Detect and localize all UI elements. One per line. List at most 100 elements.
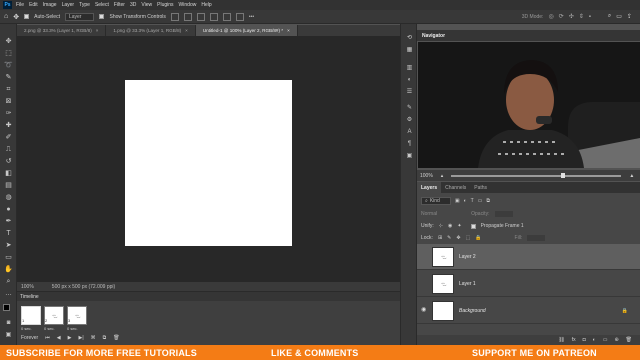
new-group-icon[interactable]: ▭ — [603, 337, 608, 343]
menu-image[interactable]: Image — [43, 2, 57, 8]
menu-edit[interactable]: Edit — [29, 2, 38, 8]
gradient-tool-icon[interactable]: ▤ — [4, 182, 13, 190]
navigator-zoom-value[interactable]: 100% — [420, 173, 433, 179]
history-icon[interactable]: ⟲ — [405, 34, 414, 42]
slide-3d-icon[interactable]: ⇕ — [579, 13, 584, 20]
menu-file[interactable]: File — [16, 2, 24, 8]
menu-type[interactable]: Type — [79, 2, 90, 8]
pen-tool-icon[interactable]: ✒ — [4, 218, 13, 226]
status-zoom[interactable]: 100% — [21, 284, 34, 290]
lasso-tool-icon[interactable]: ➰ — [4, 62, 13, 70]
history-brush-icon[interactable]: ↺ — [4, 158, 13, 166]
more-options-icon[interactable]: ••• — [249, 14, 254, 20]
timeline-frame-3[interactable]: ◦͜◦ 3 0 sec. — [67, 306, 87, 333]
blend-mode-dropdown[interactable]: Normal — [421, 211, 437, 217]
filter-kind-dropdown[interactable]: ⌕ Kind — [421, 197, 451, 205]
delete-frame-icon[interactable]: 🗑 — [113, 335, 119, 341]
type-tool-icon[interactable]: T — [4, 230, 13, 238]
edit-toolbar-icon[interactable]: … — [4, 290, 13, 298]
visibility-toggle[interactable] — [421, 281, 428, 286]
first-frame-icon[interactable]: ⏮ — [45, 335, 50, 341]
zoom-out-icon[interactable]: ▴ — [441, 173, 444, 179]
brush-tool-icon[interactable]: ✐ — [4, 134, 13, 142]
close-icon[interactable]: × — [287, 28, 290, 33]
healing-brush-icon[interactable]: ✚ — [4, 122, 13, 130]
share-icon[interactable]: ⇪ — [627, 13, 632, 20]
link-layers-icon[interactable]: ⛓ — [558, 337, 564, 343]
glyphs-icon[interactable]: ▣ — [405, 152, 414, 160]
auto-select-target-dropdown[interactable]: Layer — [64, 12, 95, 21]
play-icon[interactable]: ▶ — [68, 335, 72, 341]
menu-layer[interactable]: Layer — [62, 2, 75, 8]
layer-row-layer-2[interactable]: ◦͜◦ Layer 2 — [417, 244, 640, 270]
dodge-tool-icon[interactable]: ● — [4, 206, 13, 214]
menu-view[interactable]: View — [141, 2, 152, 8]
filter-smart-icon[interactable]: ⧉ — [486, 198, 490, 204]
layer-name[interactable]: Layer 2 — [459, 254, 476, 260]
filter-pixel-icon[interactable]: ▣ — [455, 198, 460, 204]
tab-paths[interactable]: Paths — [470, 182, 491, 193]
delete-layer-icon[interactable]: 🗑 — [626, 337, 632, 343]
adjustments-icon[interactable]: ◐ — [405, 76, 414, 84]
lock-position-icon[interactable]: ✥ — [456, 235, 460, 241]
unify-style-icon[interactable]: ✦ — [457, 223, 461, 229]
lock-transparent-icon[interactable]: ⊞ — [438, 235, 442, 241]
filter-shape-icon[interactable]: ▭ — [478, 198, 483, 204]
align-top-icon[interactable] — [209, 12, 218, 21]
roll-3d-icon[interactable]: ⟳ — [559, 13, 564, 20]
search-icon[interactable]: ⌕ — [608, 13, 611, 20]
unify-visibility-icon[interactable]: ◉ — [448, 223, 452, 229]
align-bottom-icon[interactable] — [235, 12, 244, 21]
layer-name[interactable]: Background — [459, 308, 486, 314]
scale-3d-icon[interactable]: ▪ — [589, 14, 591, 20]
opacity-field[interactable] — [495, 211, 514, 217]
eyedropper-tool-icon[interactable]: ✑ — [4, 110, 13, 118]
lock-all-icon[interactable]: 🔒 — [475, 235, 481, 241]
libraries-icon[interactable]: ☰ — [405, 88, 414, 96]
zoom-slider[interactable] — [451, 172, 622, 178]
tab-layers[interactable]: Layers — [417, 182, 442, 193]
unify-position-icon[interactable]: ⊹ — [439, 223, 443, 229]
path-select-icon[interactable]: ➤ — [4, 242, 13, 250]
layer-name[interactable]: Layer 1 — [459, 281, 476, 287]
zoom-tool-icon[interactable]: ⌕ — [4, 278, 13, 286]
tab-untitled-1[interactable]: Untitled-1 @ 100% (Layer 2, RGB/8#) * × — [195, 25, 298, 36]
rectangle-tool-icon[interactable]: ▭ — [4, 254, 13, 262]
menu-3d[interactable]: 3D — [130, 2, 136, 8]
timeline-frame-1[interactable]: 1 0 sec. — [21, 306, 41, 333]
menu-window[interactable]: Window — [179, 2, 197, 8]
screen-mode-icon[interactable]: ▣ — [4, 331, 13, 339]
layer-style-icon[interactable]: fx — [572, 337, 576, 343]
blur-tool-icon[interactable]: ◍ — [4, 194, 13, 202]
hand-tool-icon[interactable]: ✋ — [4, 266, 13, 274]
pan-3d-icon[interactable]: ✣ — [569, 13, 574, 20]
align-left-icon[interactable] — [170, 12, 179, 21]
zoom-slider-thumb[interactable] — [560, 172, 565, 178]
quick-select-tool-icon[interactable]: ✎ — [4, 74, 13, 82]
paragraph-icon[interactable]: ¶ — [405, 140, 414, 148]
show-transform-checkbox[interactable] — [99, 14, 105, 19]
tab-1-png[interactable]: 1.png @ 33.3% (Layer 1, RGB/8) × — [106, 25, 196, 36]
color-icon[interactable]: ▦ — [405, 46, 414, 54]
timeline-frame-2[interactable]: ◦͜◦ 2 0 sec. — [44, 306, 64, 333]
layer-row-background[interactable]: ◉ Background 🔒 — [417, 298, 640, 324]
photoshop-logo-icon[interactable]: Ps — [3, 1, 12, 9]
tab-channels[interactable]: Channels — [441, 182, 470, 193]
eraser-tool-icon[interactable]: ◧ — [4, 170, 13, 178]
fill-field[interactable] — [527, 235, 546, 241]
lock-artboard-icon[interactable]: ⬚ — [466, 235, 471, 241]
next-frame-icon[interactable]: ▶| — [78, 335, 83, 341]
character-icon[interactable]: A — [405, 128, 414, 136]
properties-icon[interactable]: ⚙ — [405, 116, 414, 124]
close-icon[interactable]: × — [96, 28, 99, 33]
propagate-frame-checkbox[interactable] — [470, 223, 476, 229]
home-icon[interactable]: ⌂ — [4, 13, 8, 20]
add-mask-icon[interactable]: ◘ — [583, 337, 586, 343]
filter-adjust-icon[interactable]: ◐ — [464, 198, 467, 204]
adjustment-layer-icon[interactable]: ◐ — [593, 337, 596, 343]
layer-row-layer-1[interactable]: ◦͜◦ Layer 1 — [417, 271, 640, 297]
frame-delay[interactable]: 0 sec. — [21, 326, 41, 331]
zoom-in-icon[interactable]: ▲ — [629, 173, 634, 179]
move-tool-icon[interactable]: ✥ — [4, 38, 13, 46]
new-layer-icon[interactable]: ⊕ — [614, 337, 618, 343]
